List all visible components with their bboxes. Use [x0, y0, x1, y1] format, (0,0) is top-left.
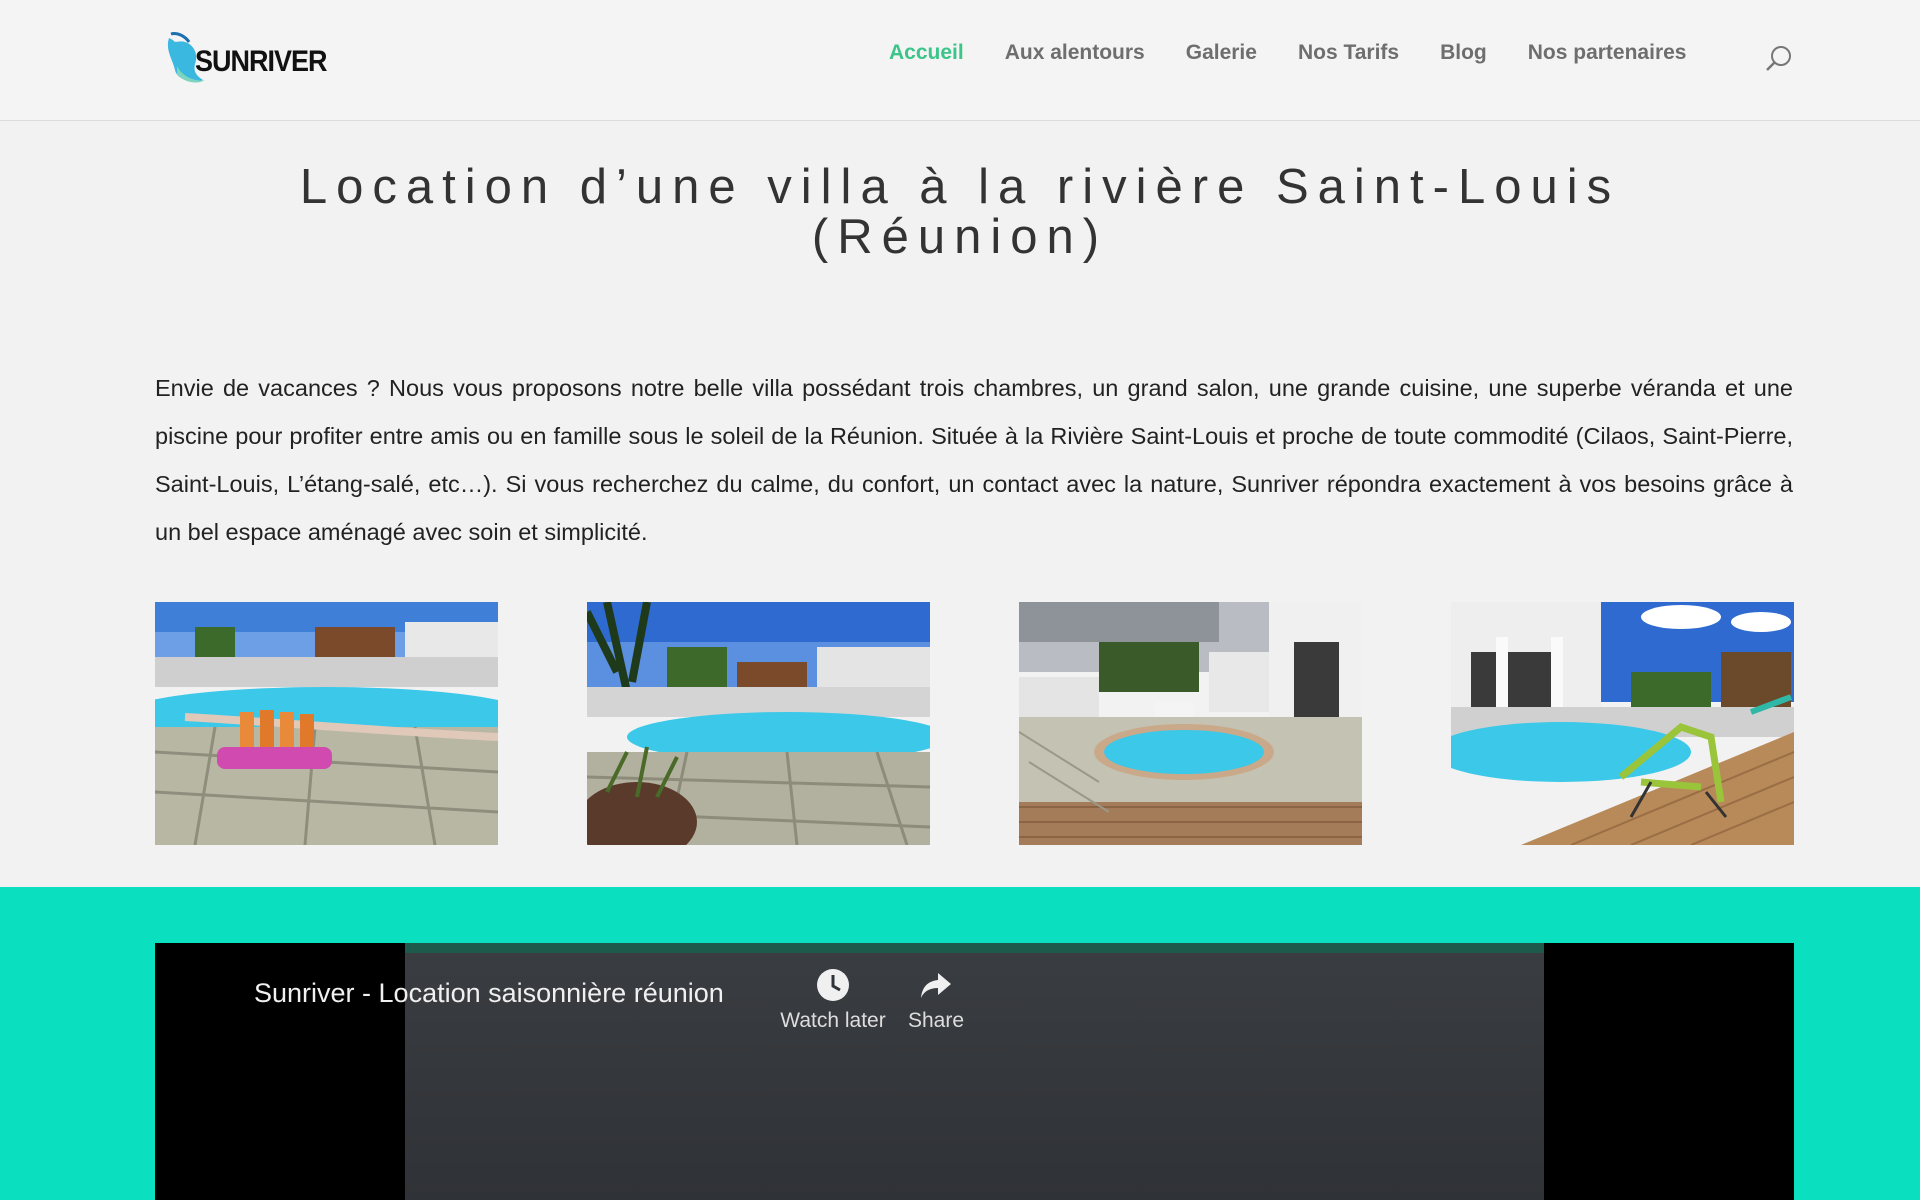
gallery-photo-pool-car[interactable] — [1019, 602, 1362, 845]
page-title: Location d’une villa à la rivière Saint-… — [200, 162, 1720, 262]
logo[interactable]: SUNRIVER — [163, 30, 328, 86]
nav-item-nos-partenaires[interactable]: Nos partenaires — [1528, 41, 1687, 65]
clock-icon — [817, 969, 849, 1001]
main-nav: Accueil Aux alentours Galerie Nos Tarifs… — [889, 41, 1727, 65]
nav-item-galerie[interactable]: Galerie — [1186, 41, 1257, 65]
nav-item-nos-tarifs[interactable]: Nos Tarifs — [1298, 41, 1399, 65]
brand-name: SUNRIVER — [195, 44, 328, 78]
video-top-bar — [405, 943, 1544, 953]
page-title-line2: (Réunion) — [811, 210, 1109, 264]
watch-later-button[interactable]: Watch later — [771, 967, 895, 1033]
share-arrow-icon — [921, 973, 951, 998]
video-title[interactable]: Sunriver - Location saisonnière réunion — [254, 978, 724, 1009]
search-icon[interactable] — [1764, 44, 1794, 74]
share-button[interactable]: Share — [893, 967, 979, 1033]
gallery-photo-pool-cocktails[interactable] — [155, 602, 498, 845]
gallery-photo-pool-deckchair[interactable] — [1451, 602, 1794, 845]
share-label: Share — [907, 1009, 965, 1032]
video-player[interactable]: Sunriver - Location saisonnière réunion … — [155, 943, 1794, 1200]
photo-gallery — [155, 602, 1794, 845]
nav-item-blog[interactable]: Blog — [1440, 41, 1487, 65]
site-header: SUNRIVER Accueil Aux alentours Galerie N… — [0, 0, 1920, 121]
intro-paragraph: Envie de vacances ? Nous vous proposons … — [155, 375, 1793, 545]
nav-item-aux-alentours[interactable]: Aux alentours — [1005, 41, 1145, 65]
gallery-photo-pool-palm[interactable] — [587, 602, 930, 845]
nav-item-accueil[interactable]: Accueil — [889, 41, 964, 65]
watch-later-label: Watch later — [780, 1009, 886, 1032]
page-title-line1: Location d’une villa à la rivière Saint-… — [299, 160, 1621, 214]
